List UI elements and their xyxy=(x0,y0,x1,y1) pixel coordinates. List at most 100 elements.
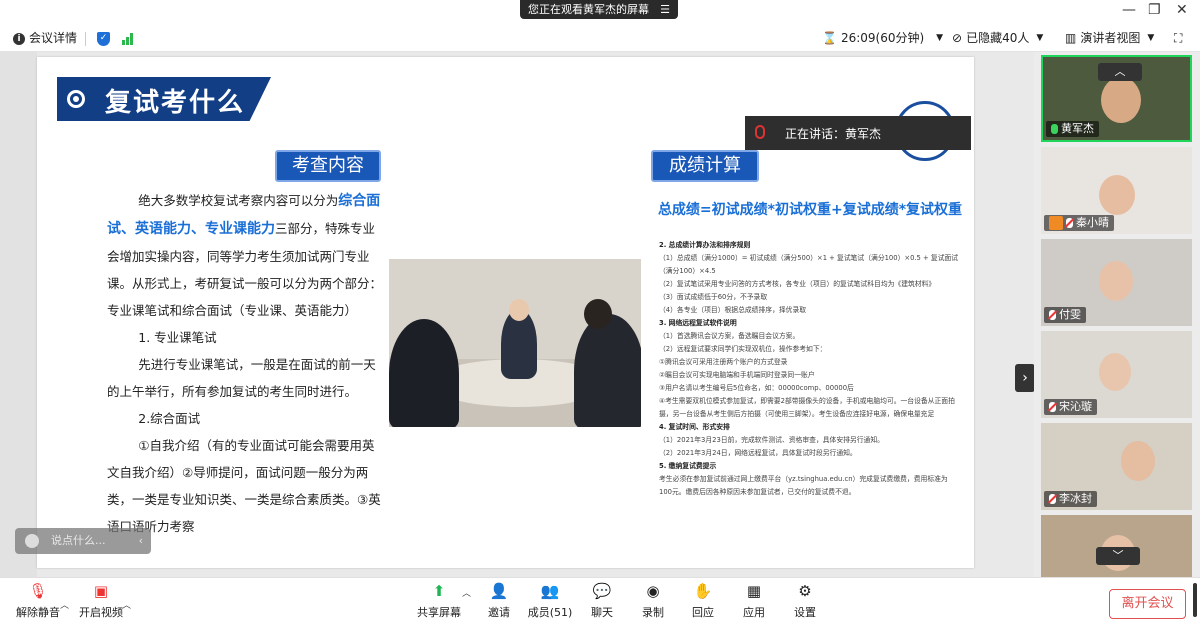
apps-label: 应用 xyxy=(743,606,765,619)
network-status[interactable] xyxy=(122,25,133,52)
watching-indicator[interactable]: 您正在观看黄军杰的屏幕 ☰ xyxy=(520,0,678,19)
video-tile-1[interactable]: ︿ 黄军杰 xyxy=(1041,55,1192,142)
fullscreen-icon: ⛶ xyxy=(1174,31,1183,45)
rule-heading: 2. 总成绩计算办法和排序规则 xyxy=(659,241,751,249)
rule-item: （1）2021年3月23日前，完成软件测试、资格审查，具体安排另行通知。 xyxy=(659,436,884,444)
participant-name: 付雯 xyxy=(1059,308,1081,321)
slide-title: 复试考什么 xyxy=(105,88,246,118)
score-rules: 2. 总成绩计算办法和排序规则 （1）总成绩（满分1000）= 初试成绩（满分50… xyxy=(659,239,959,499)
participant-name: 秦小晴 xyxy=(1076,216,1109,229)
rule-item: 考生必须在参加复试前通过网上缴费平台（yz.tsinghua.edu.cn）完成… xyxy=(659,475,948,496)
collapse-panel-button[interactable]: › xyxy=(1015,364,1035,392)
timer[interactable]: ⌛ 26:09(60分钟) ▼ xyxy=(822,25,943,52)
participant-label: 李冰封 xyxy=(1044,491,1097,507)
react-label: 回应 xyxy=(692,606,714,619)
section-tag-content: 考查内容 xyxy=(275,150,381,182)
menu-icon[interactable]: ☰ xyxy=(660,0,670,19)
rule-item: （3）面试成绩低于60分，不予录取 xyxy=(659,293,768,301)
meeting-details-label: 会议详情 xyxy=(29,31,78,45)
video-tile-3[interactable]: 付雯 xyxy=(1041,239,1192,326)
record-icon: ◉ xyxy=(646,582,660,600)
hidden-participants[interactable]: ⊘ 已隐藏40人 ▼ xyxy=(952,25,1043,52)
invite-button[interactable]: 👤 邀请 xyxy=(483,582,515,620)
hidden-count-label: 已隐藏40人 xyxy=(966,31,1030,45)
text-section1: 1. 专业课笔试 xyxy=(138,330,217,345)
apps-button[interactable]: ▦ 应用 xyxy=(738,582,770,620)
video-tile-2[interactable]: 秦小晴 xyxy=(1041,147,1192,234)
timer-label: 26:09(60分钟) xyxy=(840,31,925,45)
mic-off-icon: 🎙 xyxy=(28,582,48,600)
chevron-left-icon[interactable]: ‹ xyxy=(139,528,143,554)
gear-icon: ⚙ xyxy=(798,582,812,600)
text-section2: 2.综合面试 xyxy=(138,411,201,426)
chevron-down-icon: ▼ xyxy=(936,33,944,43)
mic-muted-icon xyxy=(1066,218,1073,228)
minimize-icon[interactable]: — xyxy=(1122,2,1136,18)
shared-screen-area: 复试考什么 考查内容 成绩计算 绝大多数学校复试考察内容可以分为综合面试、英语能… xyxy=(0,52,1200,577)
text-section1-body: 先进行专业课笔试，一般是在面试的前一天的上午举行，所有参加复试的考生同时进行。 xyxy=(107,357,376,399)
video-button[interactable]: ▣ 开启视频 xyxy=(76,582,126,620)
record-button[interactable]: ◉ 录制 xyxy=(637,582,669,620)
settings-label: 设置 xyxy=(794,606,816,619)
signal-icon xyxy=(122,32,133,45)
video-tile-4[interactable]: 宋沁璇 xyxy=(1041,331,1192,418)
chat-button[interactable]: 💬 聊天 xyxy=(586,582,618,620)
meeting-window: 您正在观看黄军杰的屏幕 ☰ — ❐ ✕ i 会议详情 ✓ ⌛ 26:09(60分… xyxy=(0,0,1200,637)
members-icon: 👥 xyxy=(540,582,560,600)
apps-icon: ▦ xyxy=(746,582,762,600)
participant-name: 李冰封 xyxy=(1059,492,1092,505)
meeting-details-button[interactable]: i 会议详情 xyxy=(13,25,77,52)
restore-icon[interactable]: ❐ xyxy=(1148,2,1161,18)
emoji-icon[interactable] xyxy=(25,534,39,548)
participant-label: 秦小晴 xyxy=(1044,215,1114,231)
leave-meeting-button[interactable]: 离开会议 xyxy=(1109,589,1186,619)
react-button[interactable]: ✋ 回应 xyxy=(687,582,719,620)
participant-label: 宋沁璇 xyxy=(1044,399,1097,415)
chevron-up-icon[interactable]: ︿ xyxy=(462,586,471,599)
shield-icon: ✓ xyxy=(97,31,110,46)
video-tile-5[interactable]: 李冰封 xyxy=(1041,423,1192,510)
video-tile-6[interactable]: ﹀ xyxy=(1041,515,1192,577)
share-screen-button[interactable]: ⬆ 共享屏幕 xyxy=(414,582,464,620)
watching-label: 您正在观看黄军杰的屏幕 xyxy=(528,3,649,16)
security-button[interactable]: ✓ xyxy=(97,25,110,52)
share-screen-icon: ⬆ xyxy=(432,582,446,600)
rule-item: ②瞩目会议可实现电脑端和手机端同时登录同一账户 xyxy=(659,371,815,379)
participant-name: 黄军杰 xyxy=(1061,122,1094,135)
close-icon[interactable]: ✕ xyxy=(1176,2,1188,18)
participant-label: 黄军杰 xyxy=(1046,121,1099,137)
chevron-up-icon[interactable]: ︿ xyxy=(122,598,131,611)
view-mode-label: 演讲者视图 xyxy=(1080,31,1141,45)
chevron-down-icon[interactable]: ﹀ xyxy=(1096,547,1140,565)
rule-item: （1）总成绩（满分1000）= 初试成绩（满分500）×1 + 复试笔试（满分1… xyxy=(659,254,959,275)
bullet-icon xyxy=(67,90,85,108)
chevron-down-icon: ▼ xyxy=(1147,33,1155,43)
chevron-up-icon[interactable]: ︿ xyxy=(60,598,69,611)
mute-button[interactable]: 🎙 解除静音 xyxy=(14,582,62,620)
mic-muted-icon xyxy=(1049,310,1056,320)
chat-input[interactable]: 说点什么... ‹ xyxy=(15,528,151,554)
members-button[interactable]: 👥 成员(51) xyxy=(526,582,574,620)
view-mode-selector[interactable]: ▥ 演讲者视图 ▼ xyxy=(1065,25,1154,52)
rule-heading: 3. 网络远程复试软件说明 xyxy=(659,319,737,327)
score-formula: 总成绩=初试成绩*初试权重+复试成绩*复试权重 xyxy=(657,202,963,218)
section-tag-score: 成绩计算 xyxy=(651,150,759,182)
rule-item: ③用户名请以考生编号后5位命名，如：00000comp、00000后 xyxy=(659,384,854,392)
info-bar: i 会议详情 ✓ ⌛ 26:09(60分钟) ▼ ⊘ 已隐藏40人 ▼ ▥ 演讲… xyxy=(0,25,1200,52)
hourglass-icon: ⌛ xyxy=(822,31,837,45)
add-user-icon: 👤 xyxy=(489,582,509,600)
video-label: 开启视频 xyxy=(79,606,123,619)
rule-item: （2）复试笔试采用专业问答的方式考核，各专业（项目）的复试笔试科目均为《建筑材料… xyxy=(659,280,936,288)
participant-name: 宋沁璇 xyxy=(1059,400,1092,413)
text-p1a: 绝大多数学校复试考察内容可以分为 xyxy=(138,193,339,208)
camera-off-icon: ▣ xyxy=(93,582,109,600)
interview-photo xyxy=(389,259,641,427)
chevron-up-icon[interactable]: ︿ xyxy=(1098,63,1142,81)
settings-button[interactable]: ⚙ 设置 xyxy=(789,582,821,620)
members-label: 成员(51) xyxy=(527,606,573,619)
fullscreen-button[interactable]: ⛶ xyxy=(1174,25,1182,52)
mic-on-icon xyxy=(1051,124,1058,134)
scrollbar[interactable] xyxy=(1193,583,1197,617)
info-icon: i xyxy=(13,32,25,45)
reaction-icon: ✋ xyxy=(693,582,713,600)
